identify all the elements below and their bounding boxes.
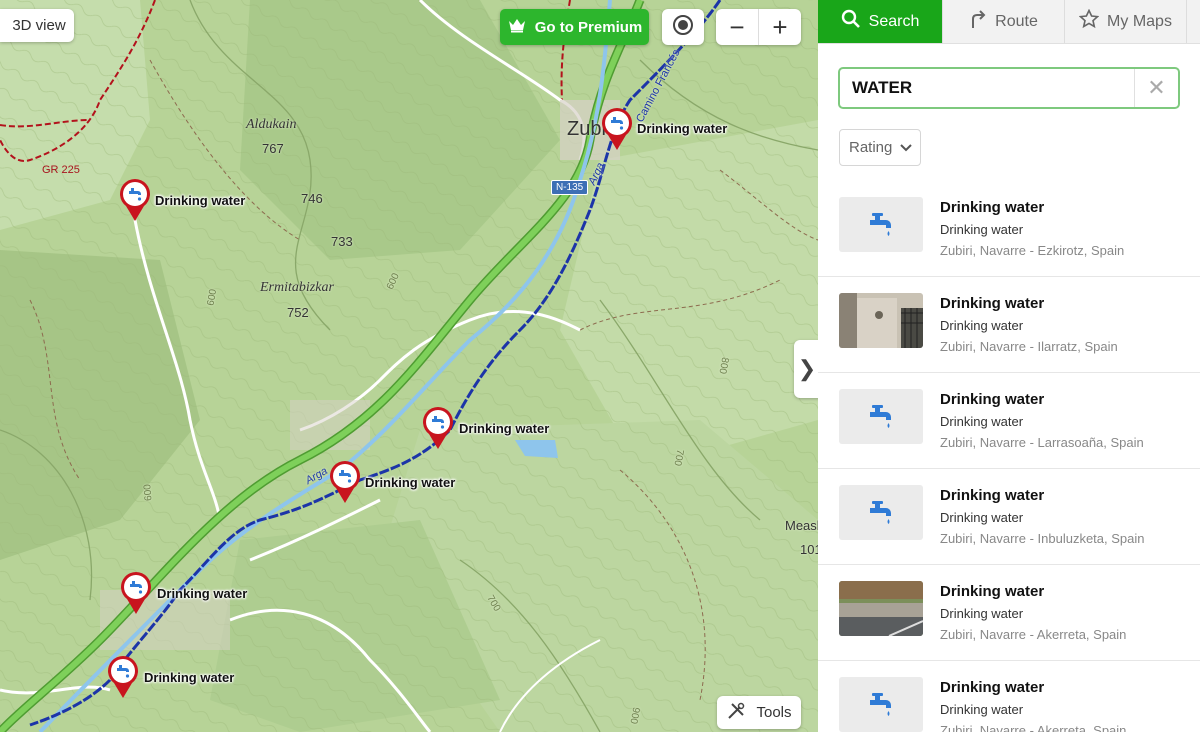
elevation-label: 733 — [331, 234, 353, 249]
chevron-down-icon — [900, 139, 913, 156]
result-location: Zubiri, Navarre - Akerreta, Spain — [940, 627, 1127, 642]
panel-tabs: Search Route My Maps — [818, 0, 1200, 44]
tab-search[interactable]: Search — [818, 0, 943, 43]
tap-icon — [839, 485, 923, 540]
result-item[interactable]: Drinking water Drinking water Zubiri, Nava… — [818, 277, 1200, 373]
result-type: Drinking water — [940, 414, 1024, 429]
drinking-water-marker[interactable] — [118, 178, 152, 222]
result-type: Drinking water — [940, 222, 1024, 237]
place-label-ermitabizkar: Ermitabizkar — [260, 280, 334, 295]
result-title: Drinking water — [940, 295, 1045, 312]
go-to-premium-button[interactable]: Go to Premium — [500, 9, 649, 45]
place-label-measki: Measki — [785, 518, 818, 533]
contour-label: 600 — [142, 483, 155, 502]
zoom-controls: − + — [716, 9, 801, 45]
tap-icon — [108, 656, 138, 698]
search-icon — [841, 9, 861, 34]
tap-icon — [120, 179, 150, 221]
tap-icon — [423, 407, 453, 449]
result-photo — [839, 293, 923, 348]
result-title: Drinking water — [940, 391, 1045, 408]
result-title: Drinking water — [940, 199, 1045, 216]
trail-label: GR 225 — [42, 164, 80, 176]
crown-icon — [507, 17, 527, 37]
tab-route-label: Route — [995, 12, 1038, 30]
result-photo — [839, 581, 923, 636]
result-type: Drinking water — [940, 318, 1024, 333]
3d-view-label: 3D view — [12, 17, 66, 34]
tap-icon — [839, 389, 923, 444]
drinking-water-marker[interactable] — [119, 571, 153, 615]
tab-search-label: Search — [868, 12, 920, 30]
tools-icon — [726, 701, 746, 725]
result-location: Zubiri, Navarre - Ezkirotz, Spain — [940, 243, 1125, 258]
place-label-aldukain: Aldukain — [246, 117, 297, 132]
tab-more[interactable] — [1187, 0, 1200, 43]
rating-filter-dropdown[interactable]: Rating — [839, 129, 921, 166]
elevation-label: 752 — [287, 305, 309, 320]
close-icon: ✕ — [1147, 75, 1166, 100]
search-box: ✕ — [838, 67, 1180, 109]
result-type: Drinking water — [940, 702, 1024, 717]
result-title: Drinking water — [940, 487, 1045, 504]
result-title: Drinking water — [940, 679, 1045, 696]
marker-label: Drinking water — [155, 193, 246, 208]
drinking-water-marker[interactable] — [421, 406, 455, 450]
result-location: Zubiri, Navarre - Inbuluzketa, Spain — [940, 531, 1145, 546]
route-icon — [969, 9, 987, 34]
zoom-out-button[interactable]: − — [716, 9, 758, 45]
collapse-panel-button[interactable]: ❯ — [794, 340, 818, 398]
drinking-water-marker[interactable] — [328, 460, 362, 504]
elevation-label: 746 — [301, 191, 323, 206]
clear-search-button[interactable]: ✕ — [1134, 69, 1178, 107]
drinking-water-marker[interactable] — [106, 655, 140, 699]
tools-label: Tools — [756, 704, 792, 721]
result-location: Zubiri, Navarre - Larrasoaña, Spain — [940, 435, 1144, 450]
tap-icon — [602, 108, 632, 150]
result-type: Drinking water — [940, 510, 1024, 525]
drinking-water-marker[interactable] — [600, 107, 634, 151]
marker-label: Drinking water — [157, 586, 248, 601]
chevron-right-icon: ❯ — [797, 356, 817, 381]
map-terrain — [0, 0, 818, 732]
tab-my-maps-label: My Maps — [1107, 12, 1172, 30]
result-title: Drinking water — [940, 583, 1045, 600]
search-input[interactable] — [852, 78, 1142, 98]
marker-label: Drinking water — [144, 670, 235, 685]
premium-label: Go to Premium — [534, 18, 643, 36]
location-target-icon — [672, 14, 694, 40]
marker-label: Drinking water — [637, 121, 728, 136]
tap-icon — [330, 461, 360, 503]
zoom-in-button[interactable]: + — [758, 9, 801, 45]
result-item[interactable]: Drinking water Drinking water Zubiri, Nava… — [818, 181, 1200, 277]
elevation-label: 101 — [800, 542, 818, 557]
map-view[interactable]: Aldukain 767 746 733 Ermitabizkar 752 Zu… — [0, 0, 818, 732]
result-location: Zubiri, Navarre - Ilarratz, Spain — [940, 339, 1118, 354]
tools-button[interactable]: Tools — [717, 696, 801, 729]
marker-label: Drinking water — [459, 421, 550, 436]
result-item[interactable]: Drinking water Drinking water Zubiri, Nava… — [818, 469, 1200, 565]
locate-me-button[interactable] — [662, 9, 704, 45]
tap-icon — [121, 572, 151, 614]
rating-filter-label: Rating — [849, 139, 893, 156]
road-badge: N-135 — [551, 180, 589, 195]
marker-label: Drinking water — [365, 475, 456, 490]
tap-icon — [839, 677, 923, 732]
result-item[interactable]: Drinking water Drinking water Zubiri, Nava… — [818, 373, 1200, 469]
result-item[interactable]: Drinking water Drinking water Zubiri, Nava… — [818, 565, 1200, 661]
results-list: Drinking water Drinking water Zubiri, Nava… — [818, 181, 1200, 732]
tap-icon — [839, 197, 923, 252]
tab-route[interactable]: Route — [943, 0, 1065, 43]
result-type: Drinking water — [940, 606, 1024, 621]
result-location: Zubiri, Navarre - Akerreta, Spain — [940, 723, 1127, 732]
3d-view-button[interactable]: 3D view — [0, 9, 74, 42]
star-icon — [1078, 8, 1100, 34]
tab-my-maps[interactable]: My Maps — [1065, 0, 1187, 43]
elevation-label: 767 — [262, 141, 284, 156]
search-panel: Search Route My Maps ✕ Rating Drinking w… — [818, 0, 1200, 732]
result-item[interactable]: Drinking water Drinking water Zubiri, Nava… — [818, 661, 1200, 732]
